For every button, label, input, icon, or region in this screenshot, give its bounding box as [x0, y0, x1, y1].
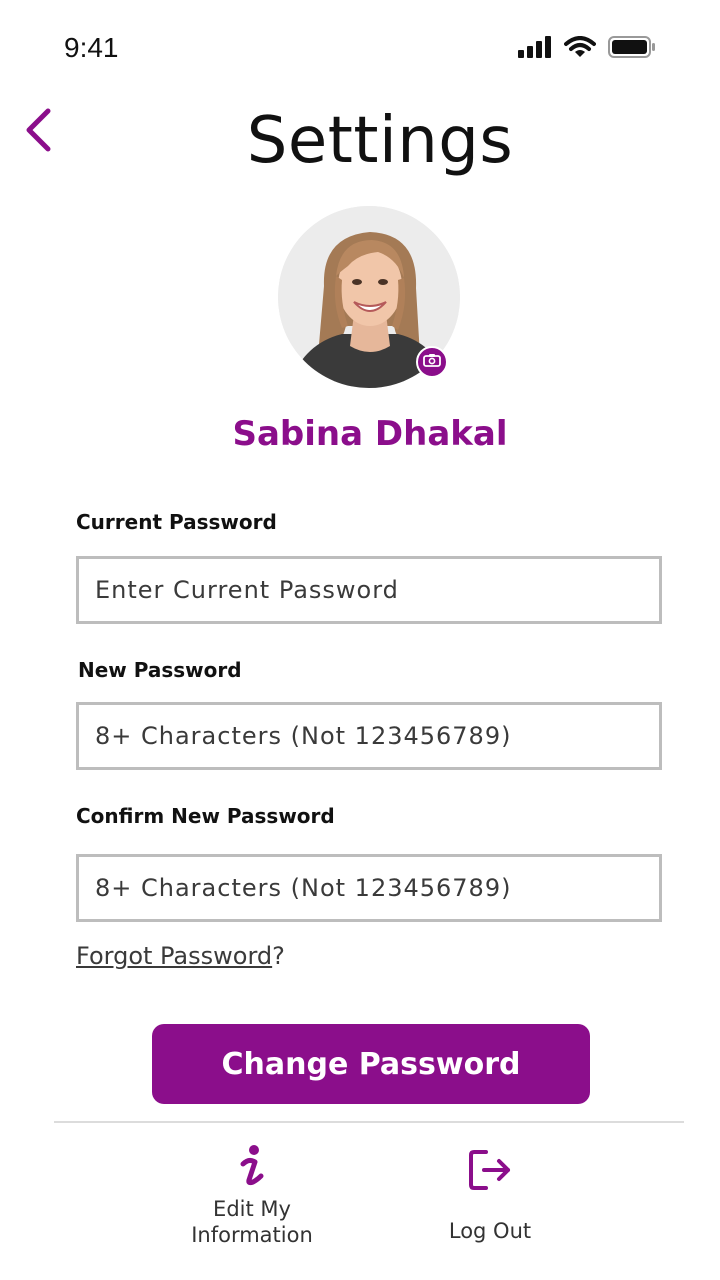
nav-logout-label: Log Out [448, 1219, 532, 1243]
current-password-label: Current Password [76, 510, 277, 534]
nav-edit-label-line2: Information [191, 1223, 313, 1247]
camera-icon [423, 353, 441, 372]
wifi-icon [564, 36, 596, 63]
user-name: Sabina Dhakal [232, 414, 508, 454]
status-icons [518, 36, 656, 63]
info-icon [237, 1144, 267, 1196]
forgot-password-suffix: ? [272, 942, 285, 970]
new-password-input[interactable] [76, 702, 662, 770]
page-title: Settings [246, 104, 514, 178]
battery-icon [608, 36, 656, 63]
logout-icon [468, 1148, 512, 1218]
forgot-password-link[interactable]: Forgot Password [76, 942, 272, 970]
forgot-password-row: Forgot Password? [76, 942, 285, 970]
bottom-divider [54, 1121, 684, 1123]
confirm-password-input[interactable] [76, 854, 662, 922]
change-password-button[interactable]: Change Password [152, 1024, 590, 1104]
nav-log-out[interactable]: Log Out [420, 1148, 560, 1244]
confirm-password-label: Confirm New Password [76, 804, 335, 828]
avatar-container [278, 206, 460, 388]
current-password-input[interactable] [76, 556, 662, 624]
new-password-label: New Password [78, 658, 242, 682]
status-bar: 9:41 [0, 0, 720, 96]
nav-edit-information[interactable]: Edit My Information [172, 1144, 332, 1248]
change-photo-button[interactable] [416, 346, 448, 378]
nav-edit-label-line1: Edit My [213, 1197, 291, 1221]
status-time: 9:41 [64, 32, 119, 63]
signal-icon [518, 36, 552, 63]
